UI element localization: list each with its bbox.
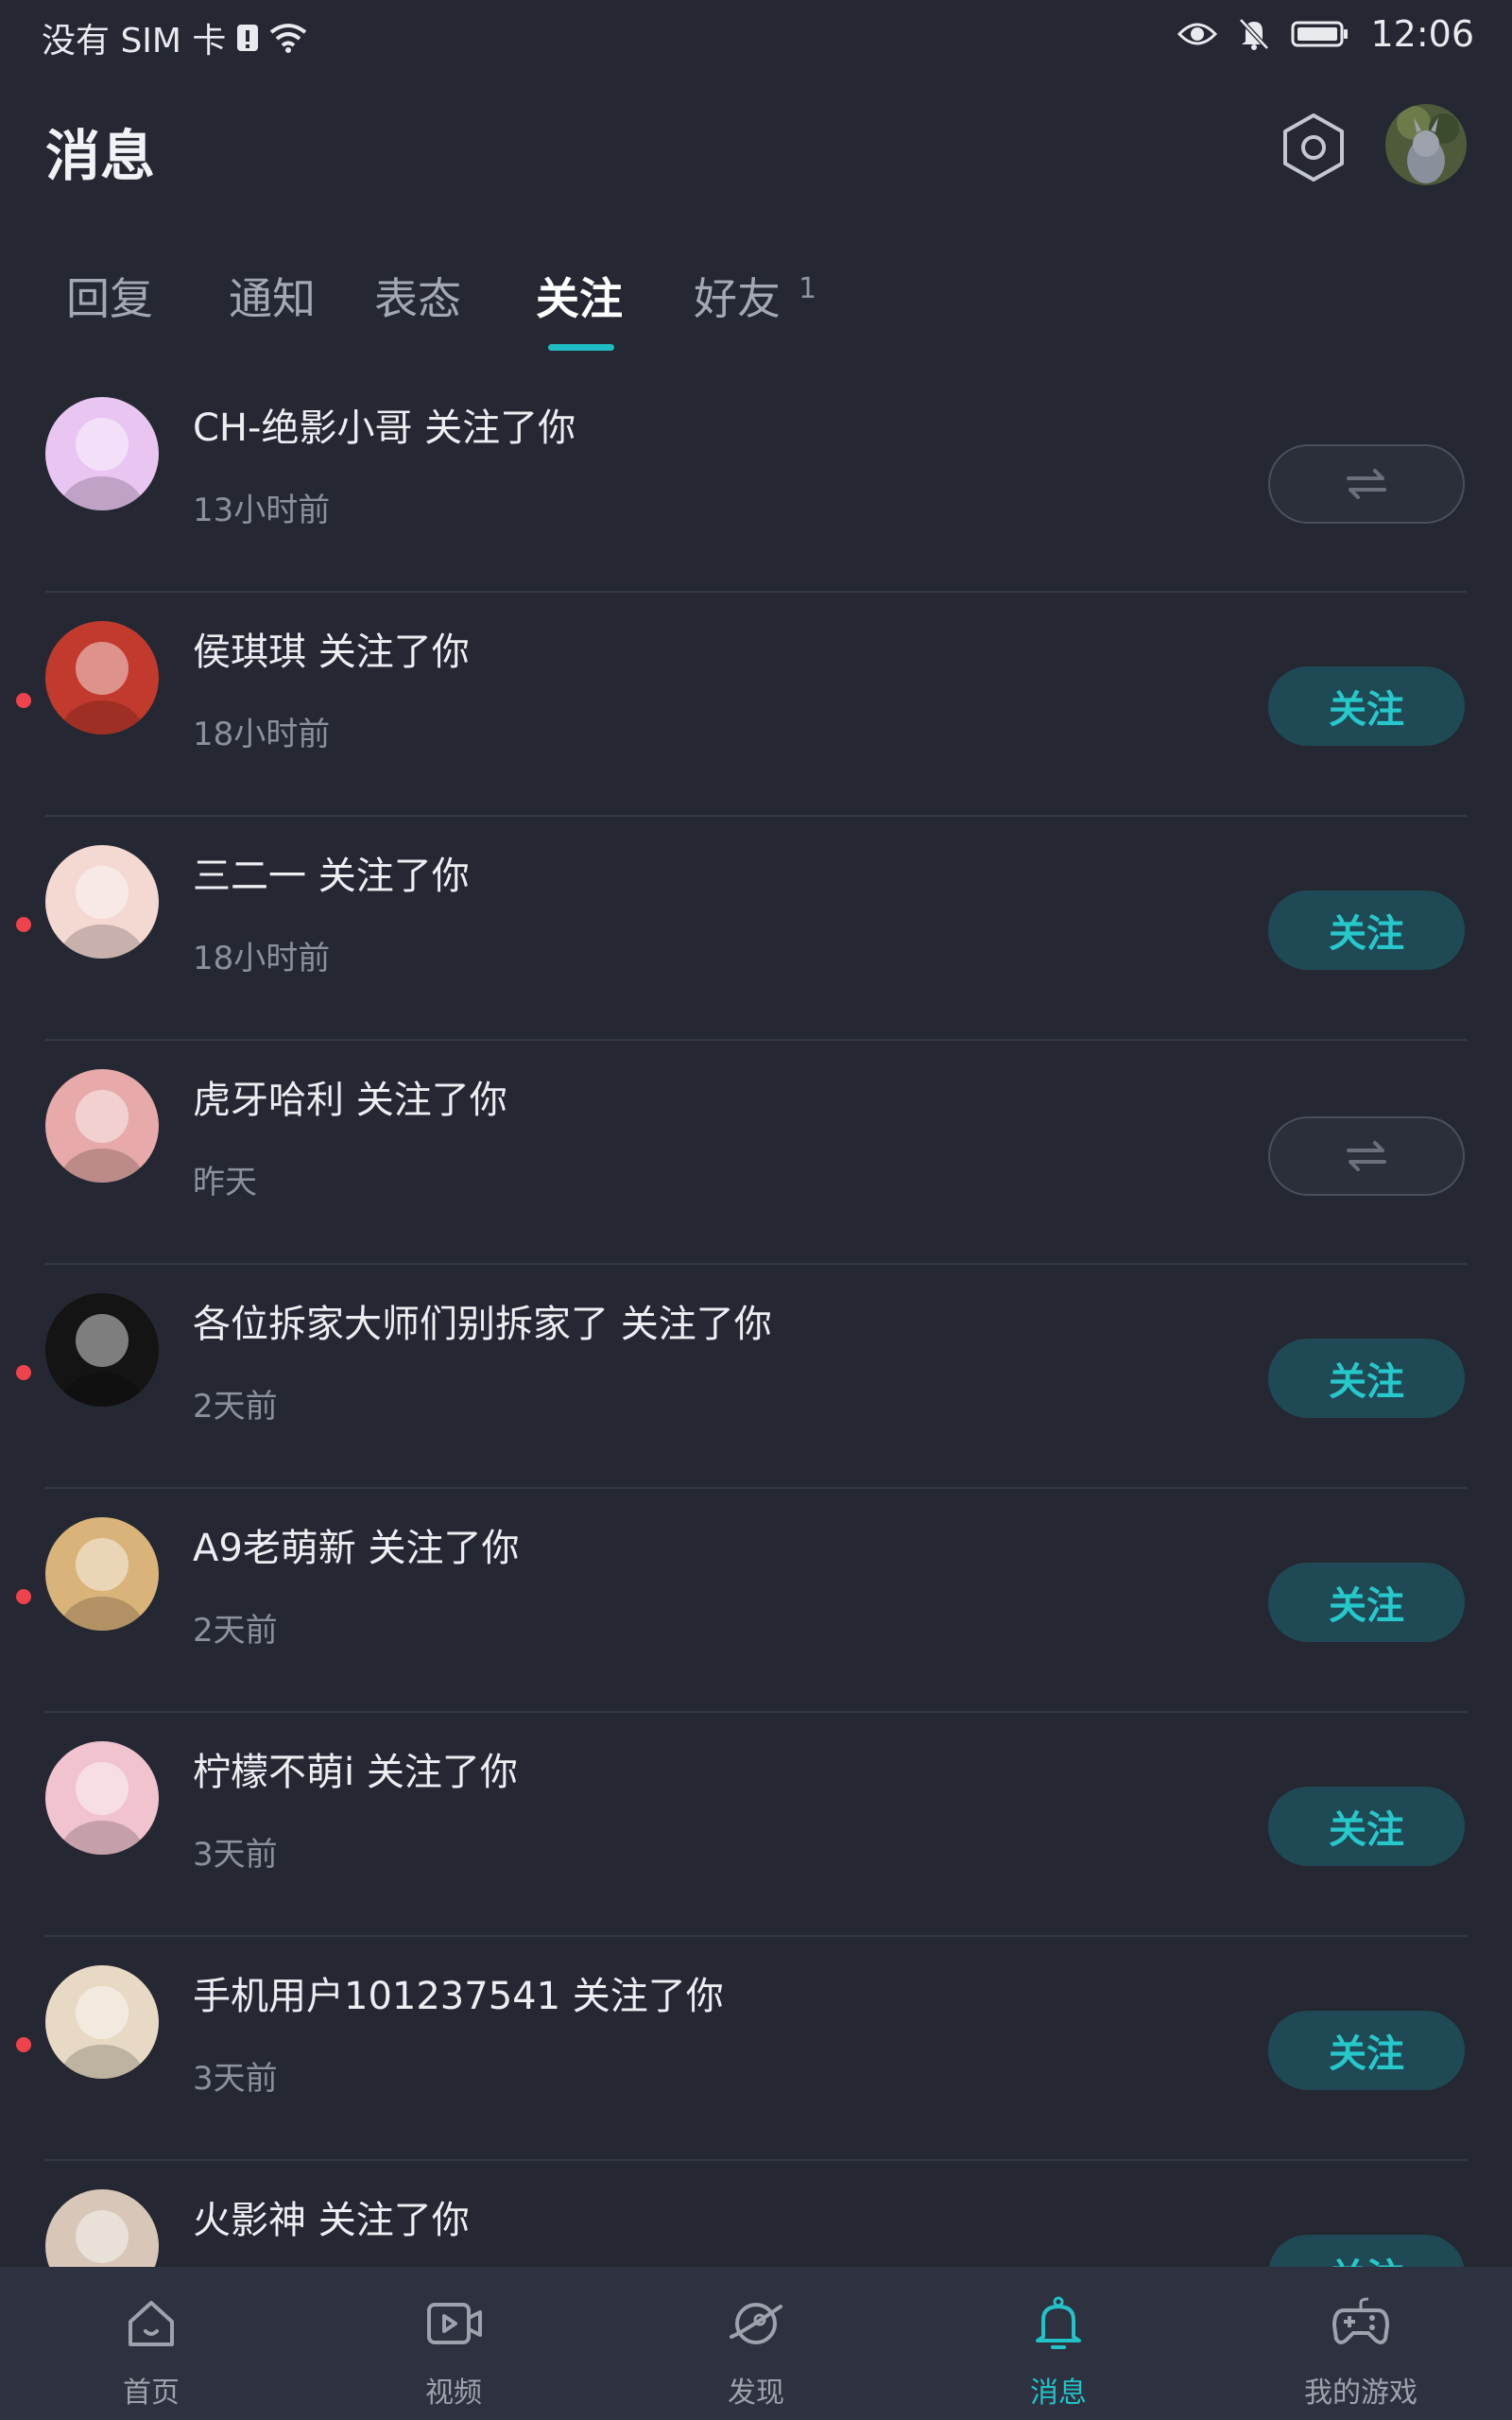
nav-home[interactable]: 首页 — [0, 2267, 302, 2420]
mutual-follow-button[interactable] — [1268, 1116, 1465, 1196]
nav-home-label: 首页 — [123, 2377, 180, 2410]
follow-time: 2天前 — [193, 1388, 278, 1426]
bell-off-icon — [1238, 17, 1270, 51]
nav-messages[interactable]: 消息 — [907, 2267, 1210, 2420]
wifi-icon — [269, 23, 307, 53]
tab-reaction[interactable]: 表态 — [374, 265, 461, 327]
settings-icon — [1283, 113, 1344, 182]
swap-icon — [1347, 469, 1386, 499]
list-item[interactable]: 各位拆家大师们别拆家了 关注了你 2天前 关注 — [0, 1265, 1512, 1489]
nav-discover-label: 发现 — [728, 2377, 784, 2410]
carrier-text: 没有 SIM 卡 — [42, 22, 227, 60]
follow-time: 昨天 — [193, 1164, 257, 1201]
nav-video[interactable]: 视频 — [302, 2267, 605, 2420]
status-left: 没有 SIM 卡 — [42, 13, 307, 62]
avatar[interactable] — [45, 1069, 159, 1183]
avatar[interactable] — [45, 621, 159, 735]
nav-messages-label: 消息 — [1030, 2377, 1087, 2410]
follow-list: CH-绝影小哥 关注了你 13小时前 侯琪琪 关注了你 18小时前 关注 三二一 关注了你… — [0, 369, 1512, 2385]
gamepad-icon — [1332, 2297, 1389, 2344]
follower-name[interactable]: 柠檬不萌i 关注了你 — [193, 1741, 518, 1796]
follow-button[interactable]: 关注 — [1268, 1563, 1465, 1642]
nav-my-games[interactable]: 我的游戏 — [1210, 2267, 1512, 2420]
follow-button[interactable]: 关注 — [1268, 890, 1465, 970]
planet-icon — [730, 2303, 782, 2344]
follower-name[interactable]: 侯琪琪 关注了你 — [193, 621, 470, 676]
follow-button[interactable]: 关注 — [1268, 1339, 1465, 1418]
unread-dot — [16, 693, 31, 708]
status-right: 12:06 — [1177, 13, 1474, 55]
avatar[interactable] — [45, 845, 159, 959]
follower-name[interactable]: 火影神 关注了你 — [193, 2189, 470, 2244]
nav-discover[interactable]: 发现 — [605, 2267, 907, 2420]
tab-friends[interactable]: 好友 — [694, 265, 781, 327]
follow-time: 2天前 — [193, 1612, 278, 1650]
follow-time: 3天前 — [193, 1836, 278, 1874]
tab-follow[interactable]: 关注 — [536, 265, 623, 327]
follow-time: 18小时前 — [193, 940, 331, 977]
follower-name[interactable]: 虎牙哈利 关注了你 — [193, 1069, 507, 1124]
page-title: 消息 — [45, 124, 156, 188]
list-item[interactable]: 三二一 关注了你 18小时前 关注 — [0, 817, 1512, 1041]
avatar[interactable] — [45, 1741, 159, 1855]
bottom-nav: 首页 视频 发现 消息 我的游戏 — [0, 2267, 1512, 2420]
sim-alert-icon — [235, 23, 260, 53]
avatar[interactable] — [45, 1965, 159, 2079]
unread-dot — [16, 2037, 31, 2052]
follower-name[interactable]: 各位拆家大师们别拆家了 关注了你 — [193, 1293, 772, 1348]
follow-time: 13小时前 — [193, 492, 331, 529]
eye-icon — [1177, 20, 1218, 48]
clock-text: 12:06 — [1370, 13, 1474, 55]
settings-button[interactable] — [1276, 110, 1351, 185]
nav-video-label: 视频 — [425, 2377, 482, 2410]
video-icon — [427, 2303, 482, 2344]
follower-name[interactable]: CH-绝影小哥 关注了你 — [193, 397, 576, 452]
tab-reply[interactable]: 回复 — [66, 265, 153, 327]
user-avatar[interactable] — [1385, 104, 1467, 185]
avatar[interactable] — [45, 1517, 159, 1631]
avatar[interactable] — [45, 397, 159, 510]
tab-friends-badge: 1 — [799, 272, 817, 305]
avatar[interactable] — [45, 1293, 159, 1407]
nav-my-games-label: 我的游戏 — [1304, 2377, 1418, 2410]
list-item[interactable]: CH-绝影小哥 关注了你 13小时前 — [0, 369, 1512, 593]
follow-button[interactable]: 关注 — [1268, 2011, 1465, 2090]
follow-time: 3天前 — [193, 2060, 278, 2098]
status-bar: 没有 SIM 卡 12:06 — [0, 0, 1512, 72]
list-item[interactable]: A9老萌新 关注了你 2天前 关注 — [0, 1489, 1512, 1713]
unread-dot — [16, 917, 31, 932]
follower-name[interactable]: 手机用户101237541 关注了你 — [193, 1965, 724, 2020]
battery-icon — [1291, 20, 1349, 48]
tab-notice[interactable]: 通知 — [229, 265, 316, 327]
unread-dot — [16, 1365, 31, 1380]
bell-icon — [1036, 2296, 1081, 2349]
follower-name[interactable]: 三二一 关注了你 — [193, 845, 470, 900]
follow-time: 18小时前 — [193, 716, 331, 753]
mutual-follow-button[interactable] — [1268, 444, 1465, 524]
tab-bar: 回复 通知 表态 关注 好友 1 — [0, 253, 1512, 351]
unread-dot — [16, 1589, 31, 1604]
list-item[interactable]: 虎牙哈利 关注了你昨天 — [0, 1041, 1512, 1265]
follow-button[interactable]: 关注 — [1268, 1787, 1465, 1866]
list-item[interactable]: 手机用户101237541 关注了你 3天前 关注 — [0, 1937, 1512, 2161]
follow-button[interactable]: 关注 — [1268, 666, 1465, 746]
list-item[interactable]: 柠檬不萌i 关注了你 3天前 关注 — [0, 1713, 1512, 1937]
list-item[interactable]: 侯琪琪 关注了你 18小时前 关注 — [0, 593, 1512, 817]
swap-icon — [1347, 1141, 1386, 1171]
home-icon — [129, 2301, 174, 2346]
active-tab-indicator — [548, 344, 614, 351]
follower-name[interactable]: A9老萌新 关注了你 — [193, 1517, 520, 1572]
